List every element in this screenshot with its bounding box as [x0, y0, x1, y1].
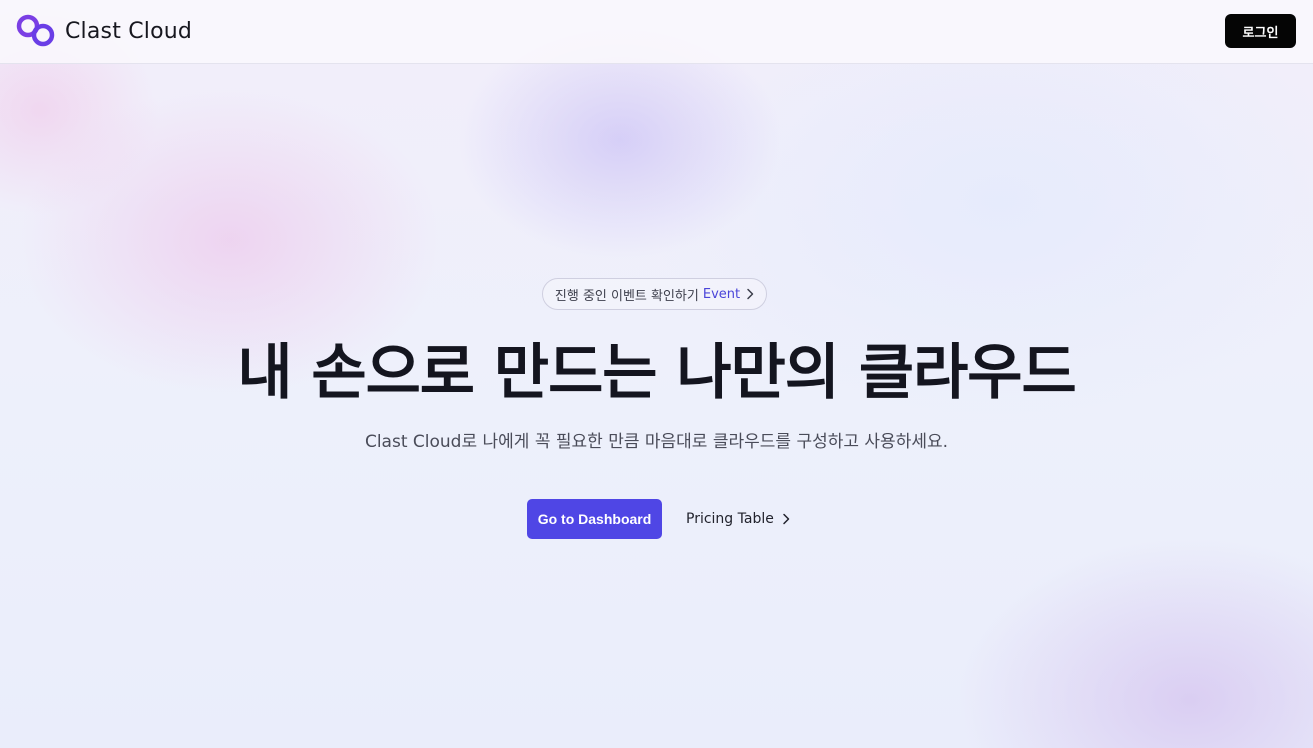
brand-logo[interactable]: Clast Cloud: [16, 13, 192, 49]
linked-rings-icon: [16, 13, 56, 49]
hero-title: 내 손으로 만드는 나만의 클라우드: [237, 338, 1076, 408]
event-banner-pill[interactable]: 진행 중인 이벤트 확인하기 Event: [542, 278, 767, 310]
event-link[interactable]: Event: [703, 287, 740, 302]
pricing-table-link[interactable]: Pricing Table: [686, 511, 790, 527]
chevron-right-icon: [746, 288, 754, 300]
brand-name: Clast Cloud: [65, 18, 193, 44]
login-button[interactable]: 로그인: [1225, 14, 1296, 48]
hero-subtitle: Clast Cloud로 나에게 꼭 필요한 만큼 마음대로 클라우드를 구성하…: [364, 432, 949, 452]
go-to-dashboard-button[interactable]: Go to Dashboard: [527, 499, 662, 539]
top-navbar: Clast Cloud 로그인: [0, 0, 1313, 64]
chevron-right-icon: [782, 513, 790, 525]
pricing-table-label: Pricing Table: [686, 511, 774, 527]
event-banner-text: 진행 중인 이벤트 확인하기: [554, 288, 699, 304]
hero-section: 진행 중인 이벤트 확인하기 Event 내 손으로 만드는 나만의 클라우드 …: [0, 63, 1313, 748]
cta-group: Go to Dashboard Pricing Table: [527, 499, 790, 539]
